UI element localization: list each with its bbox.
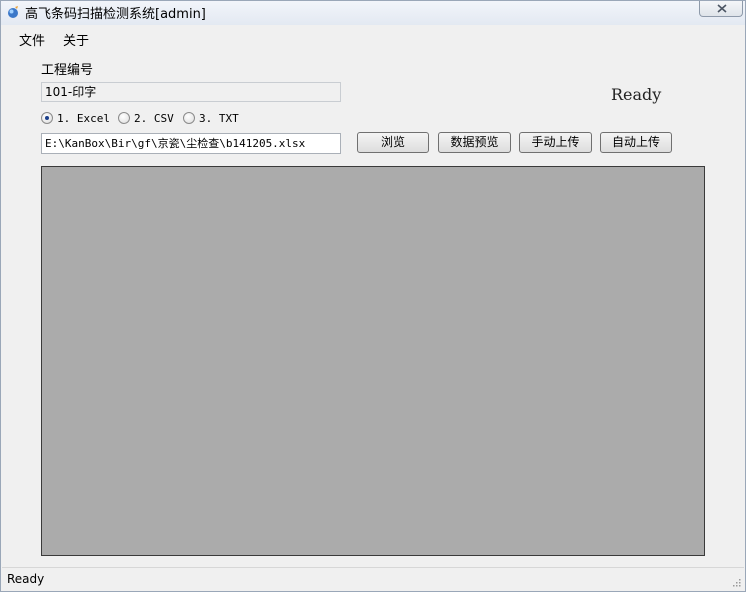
radio-txt-button[interactable] xyxy=(183,112,195,124)
status-bar: Ready xyxy=(2,567,744,590)
menu-file[interactable]: 文件 xyxy=(17,30,47,49)
window-title: 高飞条码扫描检测系统[admin] xyxy=(25,7,206,22)
title-bar[interactable]: 高飞条码扫描检测系统[admin] xyxy=(1,1,745,25)
menu-about[interactable]: 关于 xyxy=(61,30,91,49)
radio-excel-label: 1. Excel xyxy=(57,112,110,125)
data-preview-button[interactable]: 数据预览 xyxy=(438,132,511,153)
project-number-field[interactable]: 101-印字 xyxy=(41,82,341,102)
file-path-input[interactable]: E:\KanBox\Bir\gf\京瓷\尘检查\b141205.xlsx xyxy=(41,133,341,154)
ready-status-label: Ready xyxy=(611,85,662,104)
radio-csv-button[interactable] xyxy=(118,112,130,124)
close-button[interactable] xyxy=(699,1,743,17)
project-number-label: 工程编号 xyxy=(41,63,94,78)
radio-excel-button[interactable] xyxy=(41,112,53,124)
app-window: 高飞条码扫描检测系统[admin] 文件 关于 工程编号 101-印字 Read… xyxy=(0,0,746,592)
browse-button[interactable]: 浏览 xyxy=(357,132,429,153)
close-icon xyxy=(717,4,727,13)
resize-grip-icon[interactable] xyxy=(731,577,741,587)
auto-upload-button[interactable]: 自动上传 xyxy=(600,132,672,153)
radio-txt-label: 3. TXT xyxy=(199,112,239,125)
status-text: Ready xyxy=(7,572,45,586)
manual-upload-button[interactable]: 手动上传 xyxy=(519,132,592,153)
radio-csv-label: 2. CSV xyxy=(134,112,174,125)
main-panel: 工程编号 101-印字 Ready 1. Excel 2. CSV 3. TXT… xyxy=(5,49,741,567)
menu-bar: 文件 关于 xyxy=(5,27,741,49)
app-icon xyxy=(6,5,20,19)
data-grid-view[interactable] xyxy=(41,166,705,556)
